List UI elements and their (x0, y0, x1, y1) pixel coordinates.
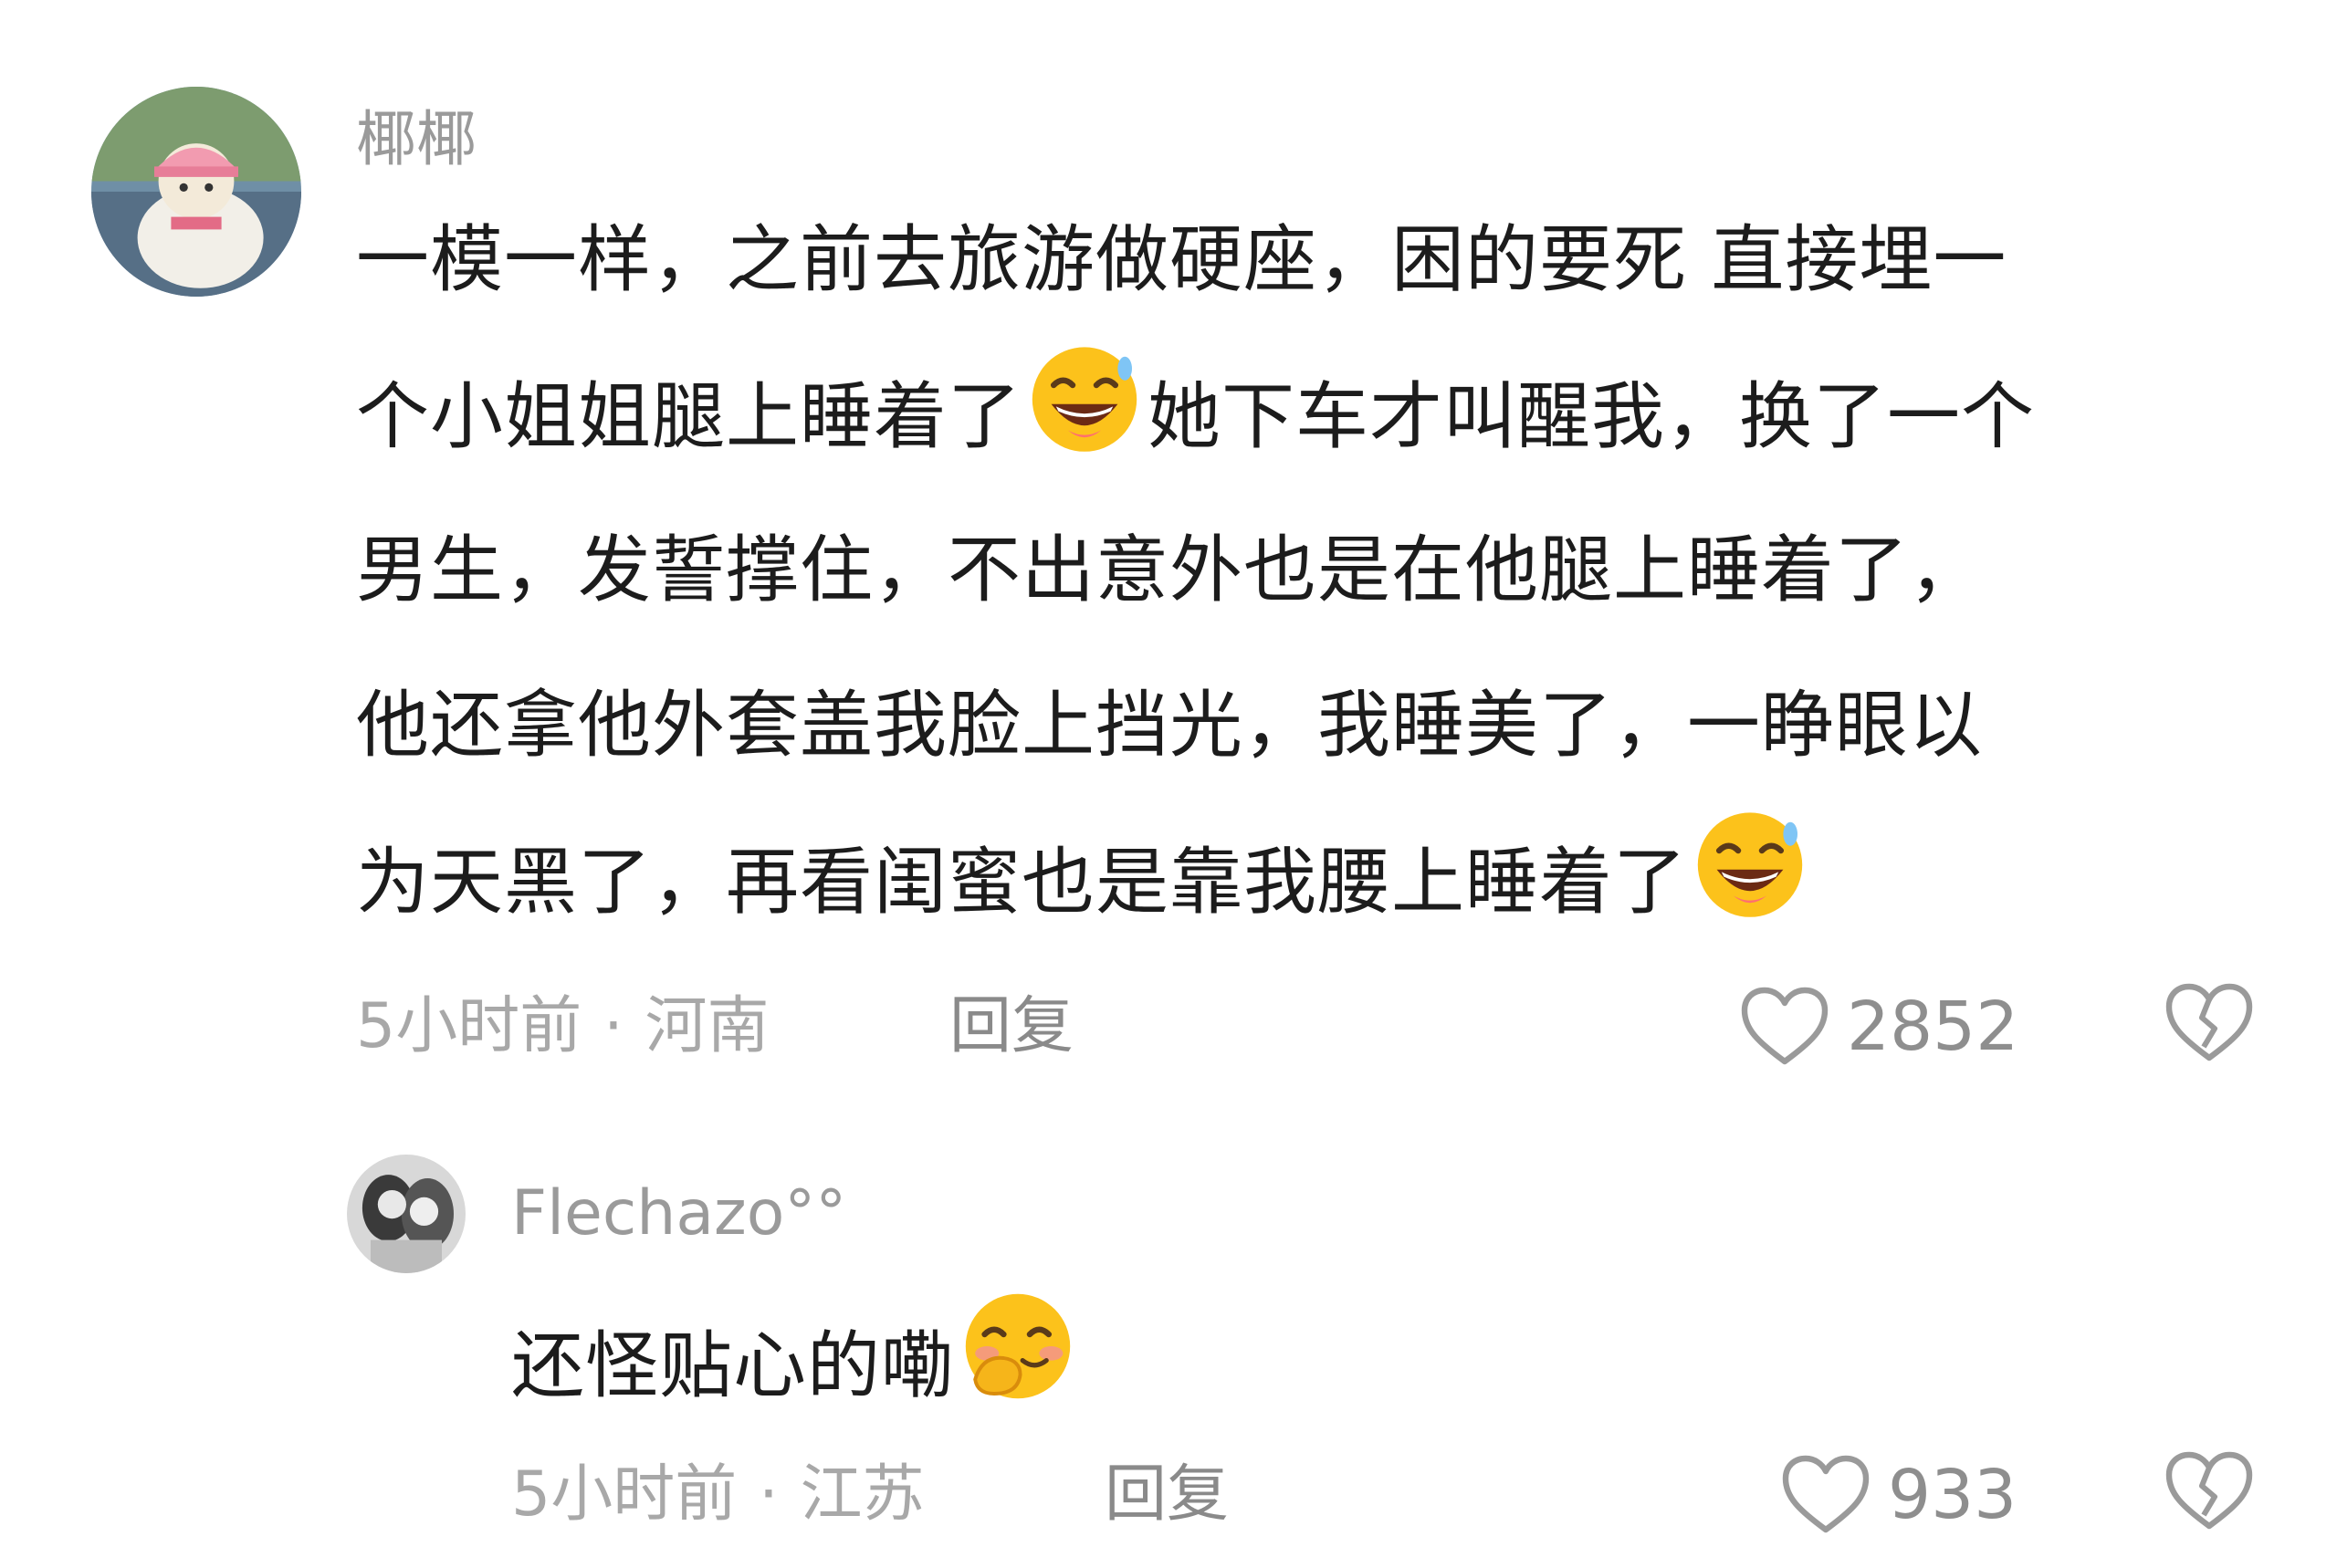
username[interactable]: Flechazo°° (511, 1168, 846, 1260)
broken-heart-icon (2165, 1451, 2253, 1530)
comment-location: 河南 (645, 990, 770, 1062)
grinning-sweat-emoji-icon (1025, 338, 1144, 456)
dislike-button[interactable] (2164, 981, 2255, 1065)
username[interactable]: 椰椰 (356, 99, 477, 181)
grinning-sweat-emoji-icon (1691, 803, 1809, 922)
like-count: 2852 (1847, 988, 2019, 1066)
like-button[interactable]: 2852 (1739, 977, 2018, 1077)
dislike-button[interactable] (2164, 1449, 2255, 1533)
comment-meta: 5小时前 · 河南 (356, 981, 770, 1072)
avatar-icon (347, 1155, 466, 1273)
heart-outline-icon (1741, 987, 1829, 1065)
heart-outline-icon (1782, 1455, 1870, 1533)
comment-time: 5小时前 (356, 990, 582, 1062)
user-avatar[interactable] (91, 87, 301, 297)
like-count: 933 (1888, 1456, 2017, 1534)
comment-text-segment: 为天黑了，再看闺蜜也是靠我腰上睡着了 (356, 840, 1687, 925)
comment-location: 江苏 (800, 1458, 925, 1531)
broken-heart-icon (2165, 983, 2253, 1061)
comment-meta: 5小时前 · 江苏 (511, 1449, 925, 1541)
comment-time: 5小时前 (511, 1458, 738, 1531)
like-button[interactable]: 933 (1780, 1445, 2017, 1545)
reply-button[interactable]: 回复 (949, 981, 1074, 1072)
comment-text-line: 为天黑了，再看闺蜜也是靠我腰上睡着了 (356, 803, 2319, 958)
comment-text-segment: 还怪贴心的嘞 (511, 1323, 955, 1408)
comment-text-segment: 个小姐姐腿上睡着了 (356, 374, 1022, 459)
reply-button[interactable]: 回复 (1105, 1449, 1229, 1541)
avatar-icon (91, 87, 301, 297)
meta-separator: · (759, 1458, 779, 1531)
blushing-hand-over-mouth-emoji-icon (959, 1287, 1077, 1406)
meta-separator: · (603, 990, 624, 1062)
comment-text: 还怪贴心的嘞 (511, 1287, 1077, 1430)
comment-text-line: 一模一样，之前去旅游做硬座，困的要死 直接埋一 (356, 217, 2007, 302)
user-avatar[interactable] (347, 1155, 466, 1273)
comment-text-line: 他还拿他外套盖我脸上挡光，我睡美了，一睁眼以 (356, 683, 1983, 768)
comment-text-line: 个小姐姐腿上睡着了 她下车才叫醒我，换了一个 (356, 338, 2319, 493)
comment-text: 一模一样，之前去旅游做硬座，困的要死 直接埋一 个小姐姐腿上睡着了 她下车才叫醒… (356, 217, 2319, 958)
comment-text-segment: 她下车才叫醒我，换了一个 (1148, 374, 2035, 459)
comment-text-line: 男生，发誓撑住，不出意外也是在他腿上睡着了， (356, 528, 1983, 612)
